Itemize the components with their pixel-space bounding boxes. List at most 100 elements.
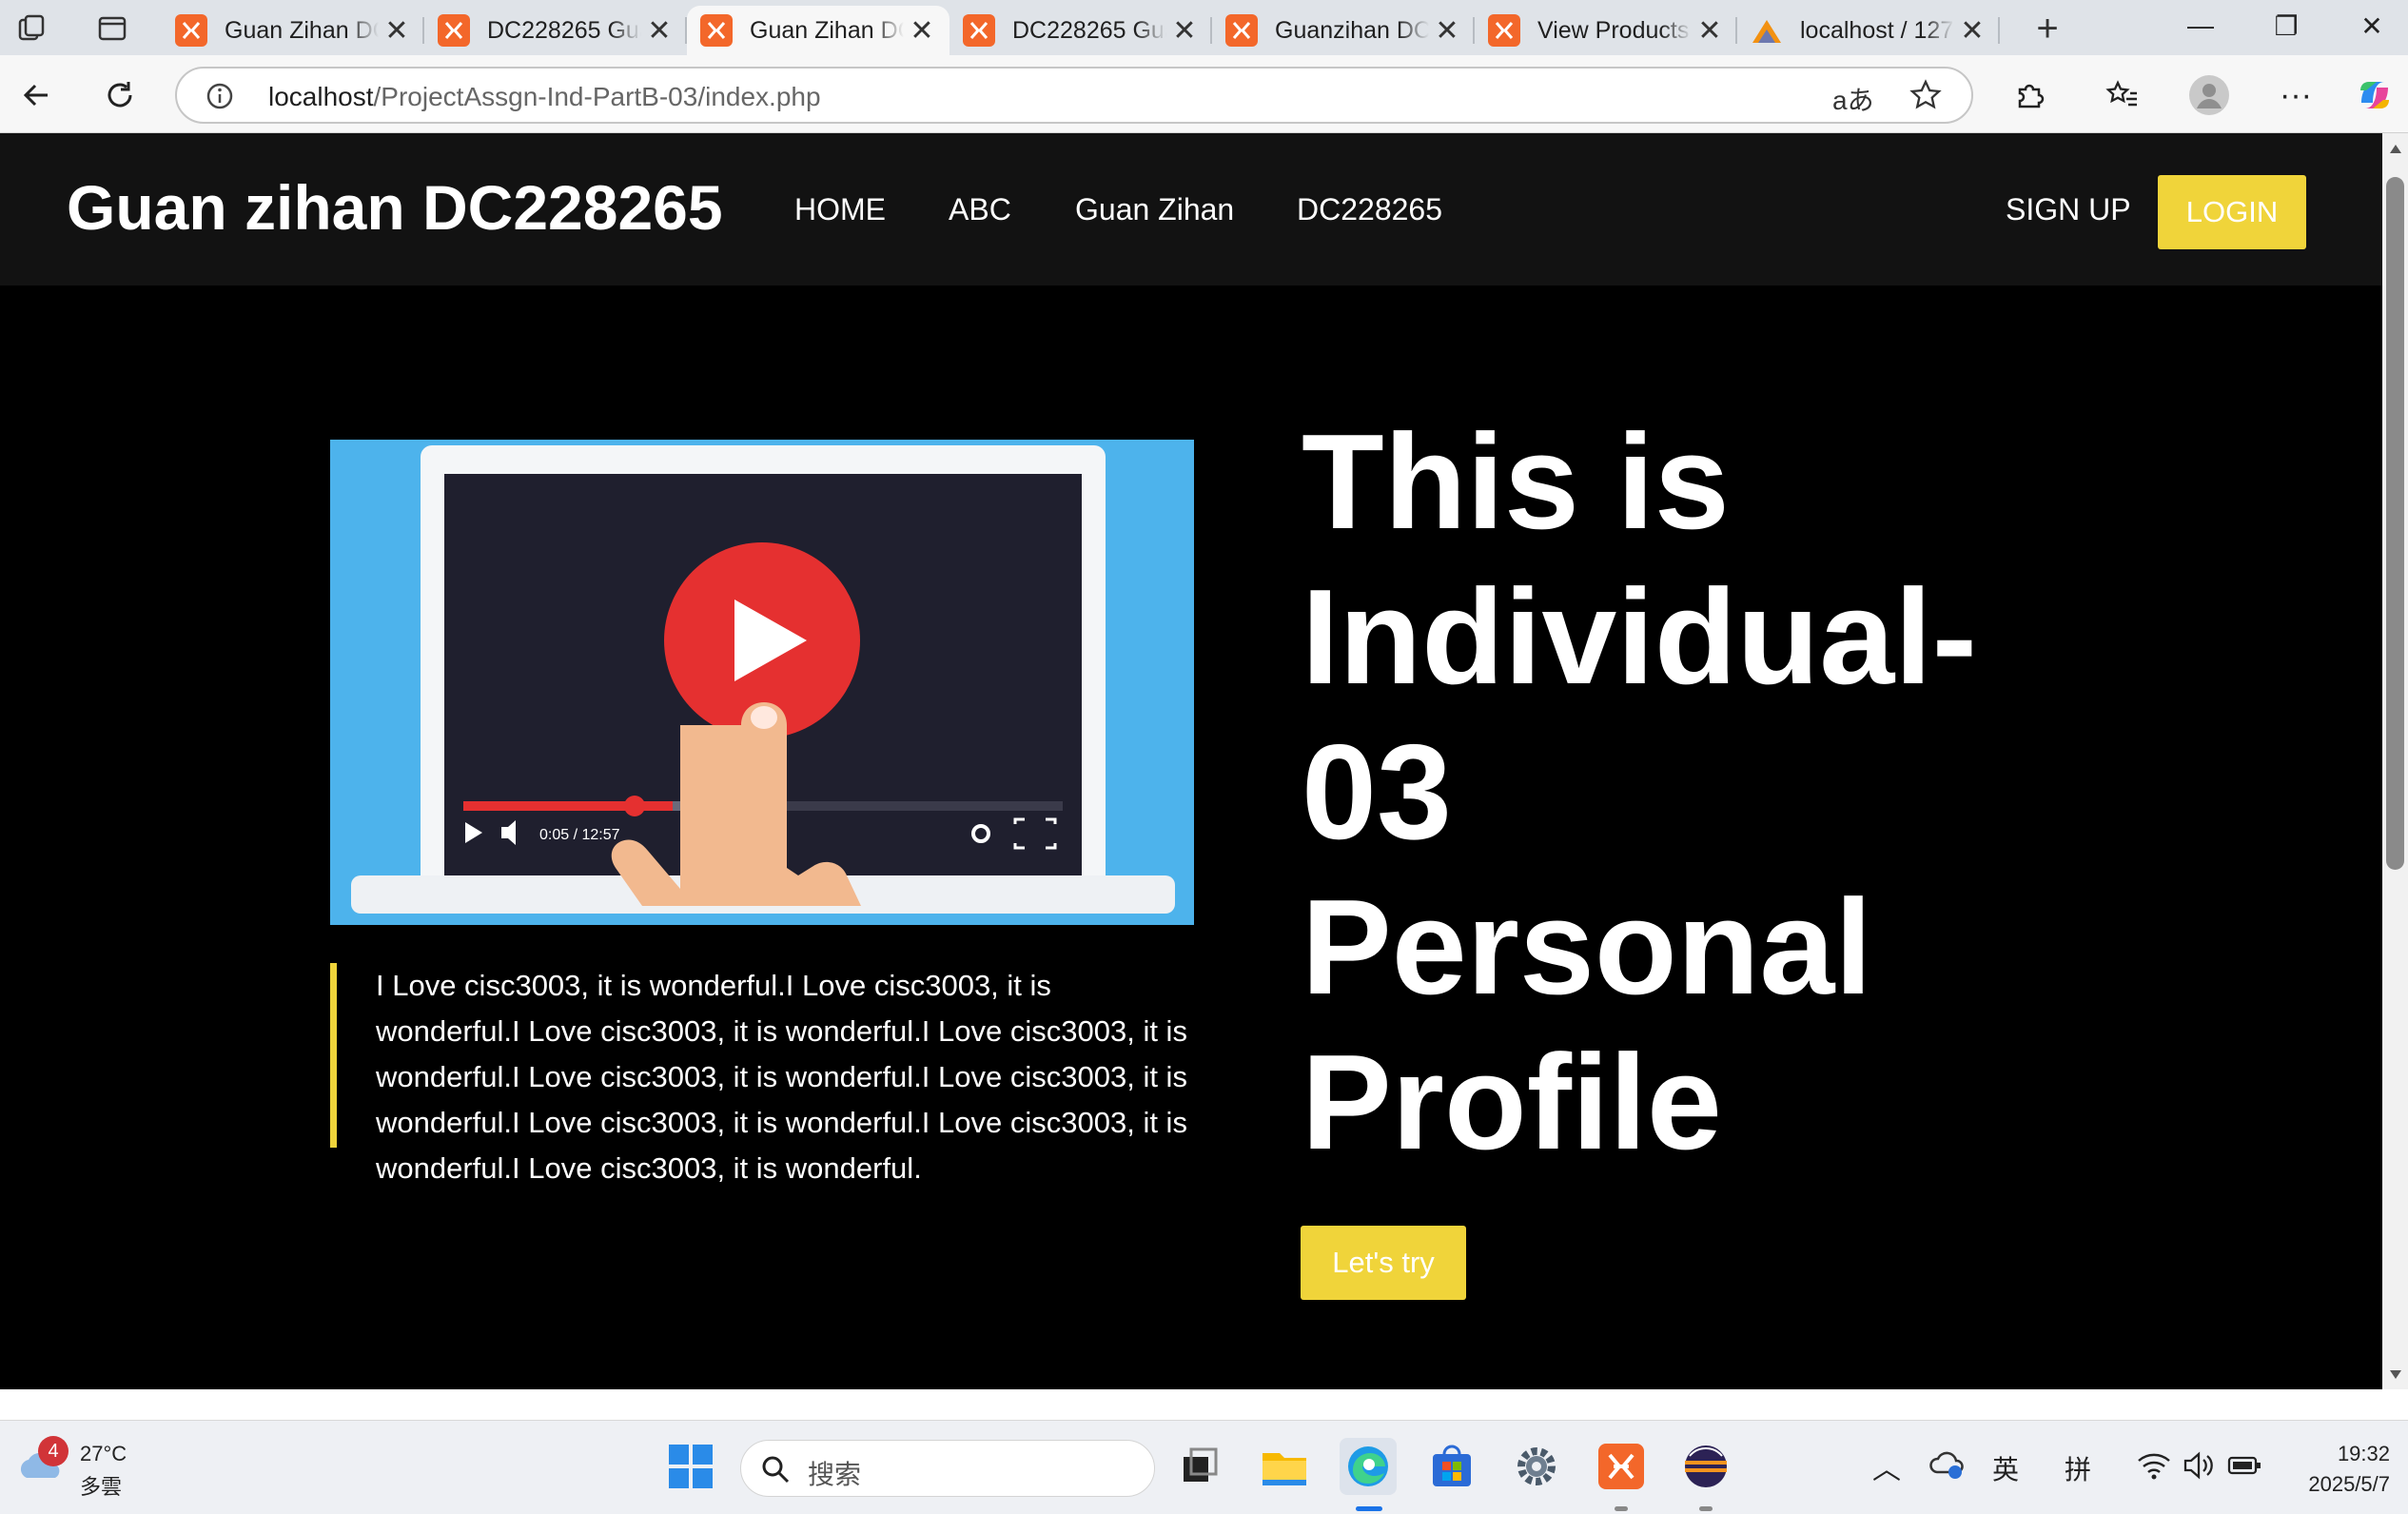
tab-title: localhost / 127.0.0.1 — [1800, 16, 1954, 44]
video-time-label: 0:05 / 12:57 — [539, 827, 620, 843]
url-text: localhost/ProjectAssgn-Ind-PartB-03/inde… — [268, 82, 821, 112]
onedrive-icon[interactable] — [1929, 1449, 1966, 1485]
login-button[interactable]: LOGIN — [2158, 175, 2306, 249]
ime-language-indicator[interactable]: 英 — [1992, 1449, 2019, 1487]
tab-title: Guan Zihan DC228265 — [225, 16, 379, 44]
browser-tab[interactable]: DC228265 Guan Zihan✕ — [424, 6, 687, 55]
workspaces-icon[interactable] — [13, 10, 51, 48]
browser-tab[interactable]: DC228265 Guan Zihan✕ — [949, 6, 1212, 55]
browser-tab[interactable]: View Products ✕ — [1475, 6, 1737, 55]
browser-tab[interactable]: localhost / 127.0.0.1✕ — [1737, 6, 2000, 55]
browser-tab[interactable]: Guanzihan DC228265✕ — [1212, 6, 1475, 55]
site-brand[interactable]: Guan zihan DC228265 — [67, 171, 723, 244]
tab-close-icon[interactable]: ✕ — [908, 14, 936, 48]
tab-title: View Products — [1537, 16, 1690, 44]
phpmyadmin-icon — [1751, 14, 1783, 47]
nav-link-dc228265[interactable]: DC228265 — [1297, 192, 1442, 227]
signup-link[interactable]: SIGN UP — [2006, 192, 2131, 227]
back-icon[interactable] — [10, 69, 63, 122]
windows-taskbar: 4 27°C 多雲 搜索 ︿ 英 拼 19:32 2025/5/7 — [0, 1420, 2408, 1514]
translate-icon[interactable]: aあ — [1832, 80, 1874, 118]
scroll-down-arrow-icon[interactable] — [2390, 1370, 2401, 1379]
xampp-icon — [175, 14, 207, 47]
lets-try-button[interactable]: Let's try — [1301, 1226, 1466, 1300]
hero-line: 03 — [1302, 717, 1452, 868]
task-view-icon[interactable] — [1170, 1438, 1227, 1495]
clock-time[interactable]: 19:32 — [2302, 1442, 2390, 1466]
file-explorer-icon[interactable] — [1256, 1438, 1313, 1495]
site-navbar: Guan zihan DC228265 HOME ABC Guan Zihan … — [0, 133, 2382, 285]
nav-link-home[interactable]: HOME — [794, 192, 886, 227]
weather-condition: 多雲 — [80, 1475, 123, 1499]
battery-icon[interactable] — [2226, 1451, 2264, 1485]
weather-badge: 4 — [38, 1436, 69, 1466]
hero-line: This is — [1302, 406, 1730, 558]
address-bar[interactable]: localhost/ProjectAssgn-Ind-PartB-03/inde… — [175, 67, 1973, 124]
browser-tab[interactable]: Guan Zihan DC228265✕ — [162, 6, 424, 55]
open-app-indicator — [1699, 1506, 1713, 1511]
ime-mode-indicator[interactable]: 拼 — [2065, 1449, 2091, 1487]
url-host: localhost — [268, 82, 374, 111]
web-page: Guan zihan DC228265 HOME ABC Guan Zihan … — [0, 133, 2382, 1389]
tab-title: Guan Zihan DC228265 — [750, 16, 904, 44]
hero-title: This is Individual- 03 Personal Profile — [1302, 404, 2063, 1180]
clock-date[interactable]: 2025/5/7 — [2283, 1472, 2390, 1497]
tab-title: DC228265 Guan Zihan — [1012, 16, 1166, 44]
nav-link-guan-zihan[interactable]: Guan Zihan — [1075, 192, 1234, 227]
tab-close-icon[interactable]: ✕ — [645, 14, 674, 48]
favorites-icon[interactable] — [2096, 69, 2149, 122]
search-placeholder: 搜索 — [808, 1460, 862, 1489]
refresh-icon[interactable] — [93, 69, 147, 122]
browser-toolbar: localhost/ProjectAssgn-Ind-PartB-03/inde… — [0, 55, 2408, 133]
more-menu-icon[interactable]: ··· — [2269, 69, 2322, 122]
extensions-icon[interactable] — [2003, 69, 2056, 122]
wifi-icon[interactable] — [2137, 1451, 2171, 1485]
xampp-icon — [1488, 14, 1520, 47]
tab-close-icon[interactable]: ✕ — [382, 14, 411, 48]
taskbar-search[interactable]: 搜索 — [740, 1440, 1155, 1497]
tab-strip: Guan Zihan DC228265✕DC228265 Guan Zihan✕… — [0, 0, 2408, 55]
window-close-button[interactable]: ✕ — [2329, 0, 2408, 51]
scroll-thumb[interactable] — [2386, 177, 2404, 870]
new-tab-button[interactable]: + — [2028, 8, 2066, 49]
url-path: /ProjectAssgn-Ind-PartB-03/index.php — [373, 82, 821, 111]
hero-line: Personal — [1302, 872, 1872, 1023]
weather-temperature: 27°C — [80, 1442, 127, 1465]
active-app-indicator — [1356, 1506, 1382, 1511]
tab-close-icon[interactable]: ✕ — [1695, 14, 1724, 48]
xampp-icon[interactable] — [1593, 1438, 1650, 1495]
search-icon — [760, 1454, 791, 1489]
hero-line: Profile — [1302, 1027, 1722, 1178]
page-bottom-strip — [0, 1389, 2408, 1420]
tab-close-icon[interactable]: ✕ — [1958, 14, 1987, 48]
restore-button[interactable]: ❐ — [2243, 0, 2329, 51]
copilot-icon[interactable] — [2348, 69, 2401, 122]
volume-icon[interactable] — [2183, 1451, 2217, 1485]
eclipse-icon[interactable] — [1677, 1438, 1734, 1495]
tab-close-icon[interactable]: ✕ — [1433, 14, 1461, 48]
xampp-icon — [1225, 14, 1258, 47]
tab-actions-icon[interactable] — [93, 10, 131, 48]
site-info-icon[interactable] — [206, 82, 234, 115]
profile-avatar[interactable] — [2183, 69, 2236, 122]
nav-link-abc[interactable]: ABC — [949, 192, 1011, 227]
microsoft-store-icon[interactable] — [1423, 1438, 1480, 1495]
video-illustration: 0:05 / 12:57 — [330, 440, 1194, 925]
hero-line: Individual- — [1302, 561, 1977, 713]
tab-separator — [1998, 17, 2000, 44]
edge-browser-icon[interactable] — [1340, 1438, 1397, 1495]
favorite-star-icon[interactable] — [1909, 78, 1943, 117]
settings-gear-icon[interactable] — [1508, 1438, 1565, 1495]
show-hidden-icons-chevron-icon[interactable]: ︿ — [1872, 1445, 1901, 1487]
windows-start-icon[interactable] — [662, 1438, 719, 1495]
xampp-icon — [700, 14, 733, 47]
tab-title: DC228265 Guan Zihan — [487, 16, 641, 44]
scroll-up-arrow-icon[interactable] — [2390, 145, 2401, 153]
xampp-icon — [438, 14, 470, 47]
quote-block: I Love cisc3003, it is wonderful.I Love … — [330, 963, 1196, 1185]
minimize-button[interactable]: — — [2158, 0, 2243, 51]
xampp-icon — [963, 14, 995, 47]
browser-tab[interactable]: Guan Zihan DC228265✕ — [687, 6, 949, 55]
open-app-indicator — [1615, 1506, 1628, 1511]
tab-close-icon[interactable]: ✕ — [1170, 14, 1199, 48]
